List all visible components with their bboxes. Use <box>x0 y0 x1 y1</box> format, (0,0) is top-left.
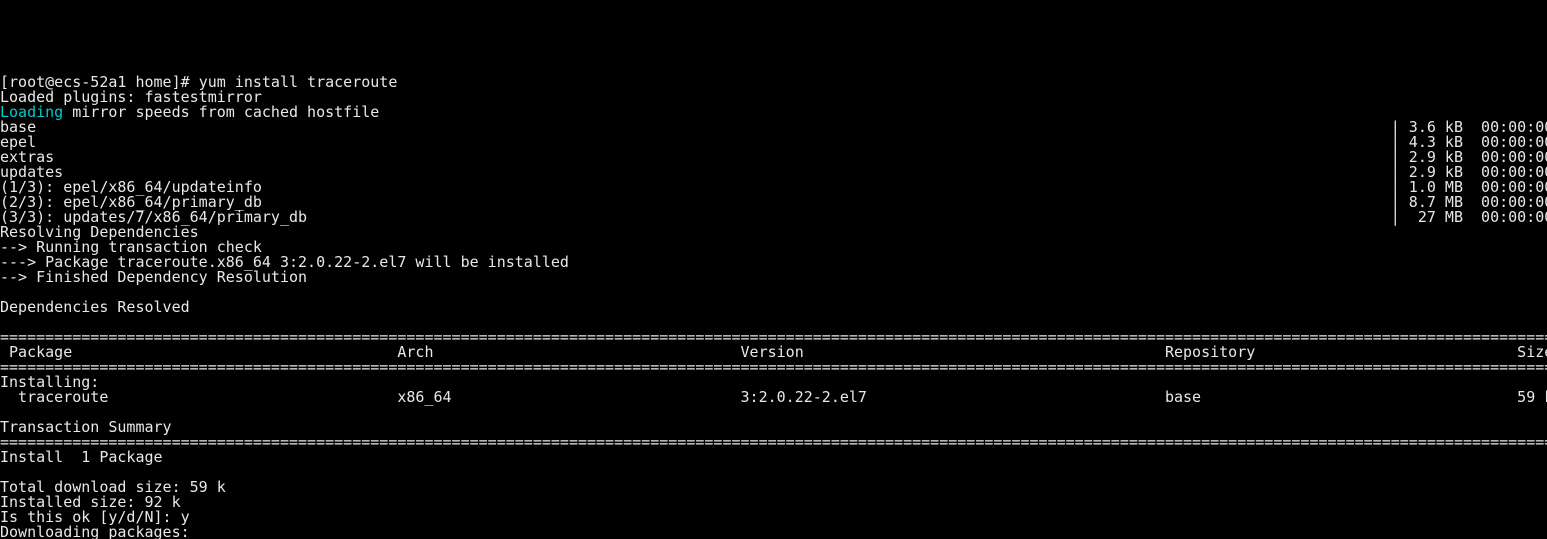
terminal-line: Installed size: 92 k <box>0 495 1547 510</box>
terminal-output: [root@ecs-52a1 home]# yum install tracer… <box>0 75 1547 539</box>
terminal[interactable]: [root@ecs-52a1 home]# yum install tracer… <box>0 75 1547 539</box>
terminal-line: Is this ok [y/d/N]: y <box>0 510 1547 525</box>
terminal-line: ========================================… <box>0 435 1547 450</box>
terminal-line <box>0 465 1547 480</box>
terminal-line: Install 1 Package <box>0 450 1547 465</box>
terminal-line <box>0 405 1547 420</box>
terminal-line: Dependencies Resolved <box>0 300 1547 315</box>
terminal-line: (3/3): updates/7/x86_64/primary_db | 27 … <box>0 210 1547 225</box>
terminal-line: Total download size: 59 k <box>0 480 1547 495</box>
terminal-line: Downloading packages: <box>0 525 1547 539</box>
terminal-line: traceroute x86_64 3:2.0.22-2.el7 base 59… <box>0 390 1547 405</box>
terminal-line: ========================================… <box>0 360 1547 375</box>
terminal-line: --> Finished Dependency Resolution <box>0 270 1547 285</box>
terminal-line <box>0 285 1547 300</box>
